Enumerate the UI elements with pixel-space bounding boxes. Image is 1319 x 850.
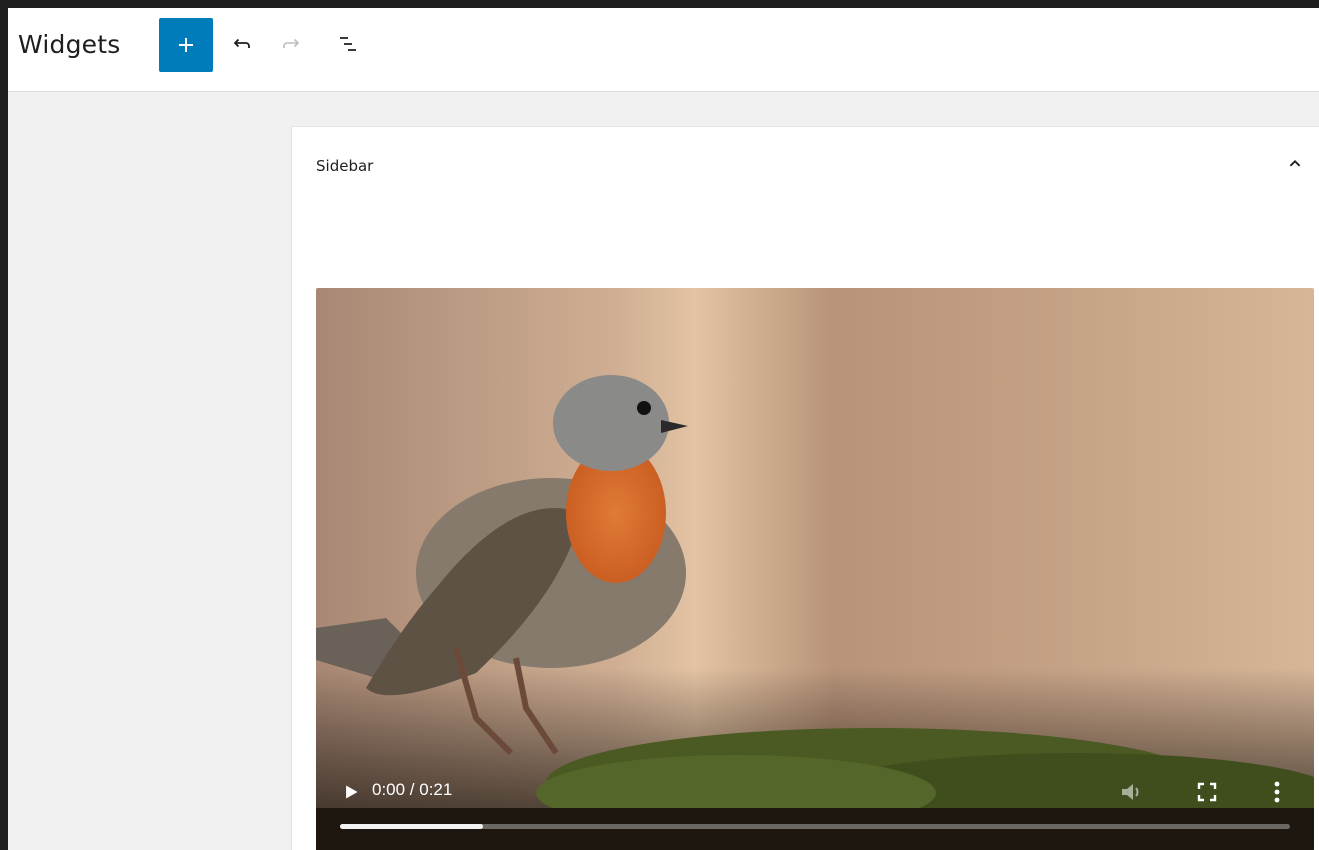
video-player[interactable]: 0:00 / 0:21: [316, 288, 1314, 850]
play-icon: [346, 785, 358, 799]
video-progress-buffered: [340, 824, 483, 829]
volume-button[interactable]: [1118, 779, 1144, 805]
video-controls: 0:00 / 0:21: [316, 751, 1314, 850]
editor-canvas: Sidebar 0:00 / 0:21: [8, 92, 1319, 850]
sidebar-widget-area: Sidebar 0:00 / 0:21: [291, 126, 1319, 850]
fullscreen-button[interactable]: [1196, 781, 1218, 803]
redo-button[interactable]: [274, 26, 310, 62]
video-progress-bar[interactable]: [340, 824, 1290, 829]
volume-icon: [1122, 784, 1139, 800]
page-title: Widgets: [18, 30, 121, 59]
more-options-icon: [1274, 781, 1280, 803]
chevron-up-icon: [1289, 159, 1301, 167]
more-options-button[interactable]: [1266, 779, 1288, 805]
video-time-display: 0:00 / 0:21: [372, 780, 453, 799]
list-view-icon: [340, 37, 356, 51]
widget-area-title: Sidebar: [316, 157, 374, 175]
collapse-widget-area-button[interactable]: [1280, 149, 1310, 179]
play-button[interactable]: [340, 781, 362, 803]
fullscreen-icon: [1197, 782, 1217, 802]
undo-button[interactable]: [223, 26, 259, 62]
header-toolbar: Widgets: [8, 8, 1319, 92]
redo-icon: [283, 38, 300, 48]
list-view-button[interactable]: [330, 26, 366, 62]
add-block-button[interactable]: [159, 18, 213, 72]
plus-icon: [179, 38, 193, 52]
undo-icon: [233, 38, 250, 48]
